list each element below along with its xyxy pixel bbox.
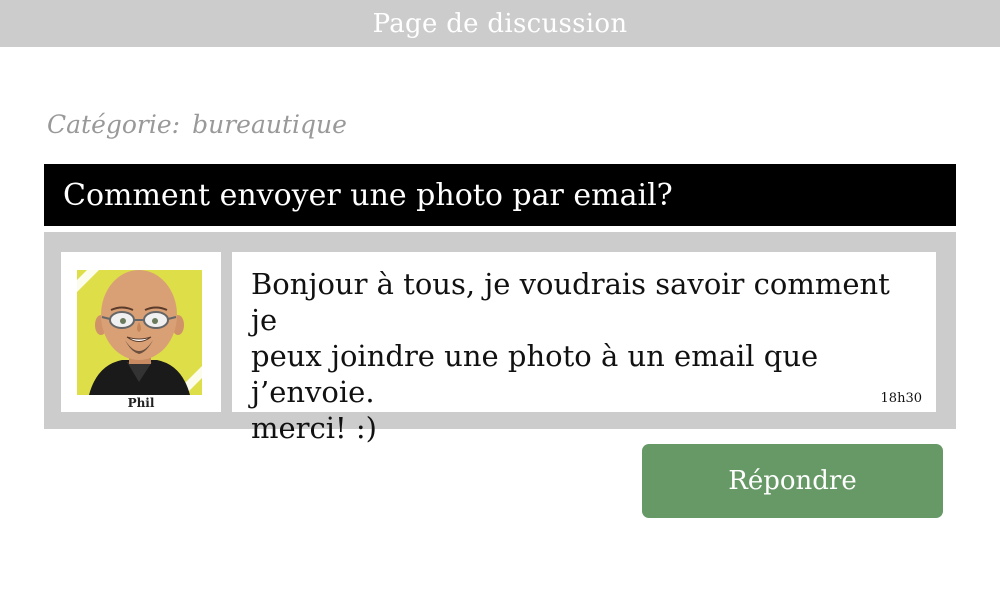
category-value: bureautique: [192, 110, 347, 139]
author-card: Phil: [61, 252, 221, 412]
category-label: Catégorie:: [47, 110, 181, 139]
author-name: Phil: [127, 396, 155, 410]
post-container: Phil Bonjour à tous, je voudrais savoir …: [44, 232, 956, 445]
message-text: Bonjour à tous, je voudrais savoir comme…: [251, 267, 890, 445]
category-line: Catégorie: bureautique: [47, 110, 347, 139]
avatar: [77, 270, 202, 395]
topic-title: Comment envoyer une photo par email?: [63, 177, 673, 213]
message-timestamp: 18h30: [880, 391, 922, 406]
message-box: Bonjour à tous, je voudrais savoir comme…: [232, 252, 936, 445]
reply-button[interactable]: Répondre: [642, 444, 943, 518]
page-title: Page de discussion: [372, 8, 628, 39]
page-header: Page de discussion: [0, 0, 1000, 47]
topic-title-bar: Comment envoyer une photo par email?: [44, 164, 956, 226]
